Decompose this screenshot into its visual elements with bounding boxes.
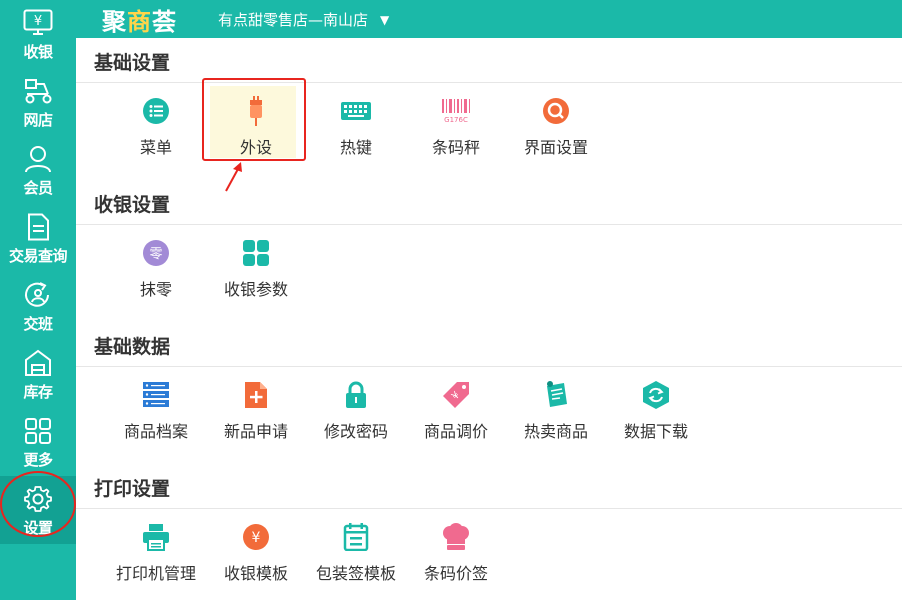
- item-interface-settings[interactable]: 界面设置: [506, 88, 606, 168]
- sidebar-item-label: 库存: [23, 383, 53, 401]
- sidebar-item-label: 更多: [23, 451, 53, 469]
- item-data-download[interactable]: 数据下载: [606, 372, 706, 452]
- lock-icon: [341, 380, 371, 410]
- delivery-scooter-icon: [21, 74, 55, 108]
- sidebar-item-label: 会员: [23, 179, 53, 197]
- sidebar-item-shift[interactable]: 交班: [0, 272, 76, 340]
- item-label: 菜单: [139, 138, 172, 157]
- item-printer-management[interactable]: 打印机管理: [106, 514, 206, 594]
- shift-handover-icon: [21, 278, 55, 312]
- item-label: 条码秤: [431, 138, 480, 157]
- barcode-scale-icon: G176C: [441, 96, 471, 126]
- annotation-arrow-icon: [225, 162, 242, 192]
- item-label: 包装签模板: [315, 564, 396, 583]
- round-off-icon: 零: [141, 238, 171, 268]
- sidebar-item-member[interactable]: 会员: [0, 136, 76, 204]
- item-change-password[interactable]: 修改密码: [306, 372, 406, 452]
- item-barcode-scale[interactable]: G176C 条码秤: [406, 88, 506, 168]
- sidebar-item-label: 交易查询: [8, 247, 68, 265]
- sidebar-item-label: 收银: [23, 43, 53, 61]
- app-window: ¥ 收银 网店 会员 交易查询 交班 库存 更多 设置 聚商荟 有点甜零售店—南…: [0, 0, 902, 600]
- annotation-box: [202, 78, 306, 161]
- interface-settings-icon: [541, 96, 571, 126]
- item-label: 数据下载: [623, 422, 688, 441]
- hot-sale-note-icon: [541, 380, 571, 410]
- tiles-icon: [241, 238, 271, 268]
- sidebar-item-more[interactable]: 更多: [0, 408, 76, 476]
- item-menu[interactable]: 菜单: [106, 88, 206, 168]
- price-tag-icon: ¥: [441, 380, 471, 410]
- section-title-basic-settings: 基础设置: [94, 52, 171, 74]
- chef-hat-icon: [441, 522, 471, 552]
- item-price-adjustment[interactable]: ¥ 商品调价: [406, 372, 506, 452]
- sidebar-item-label: 交班: [23, 315, 53, 333]
- item-label: 界面设置: [523, 138, 588, 157]
- item-round-off[interactable]: 零 抹零: [106, 230, 206, 310]
- sidebar-item-online-store[interactable]: 网店: [0, 68, 76, 136]
- sidebar-item-cashier[interactable]: ¥ 收银: [0, 0, 76, 68]
- item-package-label-template[interactable]: 包装签模板: [306, 514, 406, 594]
- caret-down-icon: ▼: [380, 12, 390, 27]
- item-cashier-parameters[interactable]: 收银参数: [206, 230, 306, 310]
- item-label: 热键: [339, 138, 372, 157]
- item-label: 条码价签: [423, 564, 488, 583]
- store-name: 有点甜零售店—南山店: [218, 11, 369, 29]
- divider: [76, 508, 902, 509]
- item-cashier-template[interactable]: ¥ 收银模板: [206, 514, 306, 594]
- document-icon: [21, 210, 55, 244]
- section-title-print-settings: 打印设置: [94, 478, 171, 500]
- new-file-icon: [241, 380, 271, 410]
- grid-icon: [21, 414, 55, 448]
- printer-icon: [141, 522, 171, 552]
- cashier-icon: ¥: [21, 6, 55, 40]
- member-icon: [21, 142, 55, 176]
- svg-text:零: 零: [149, 247, 162, 262]
- item-label: 商品档案: [123, 422, 188, 441]
- item-barcode-price-tag[interactable]: 条码价签: [406, 514, 506, 594]
- svg-text:G176C: G176C: [444, 116, 468, 124]
- warehouse-icon: [21, 346, 55, 380]
- yen-coin-icon: ¥: [241, 522, 271, 552]
- data-download-icon: [641, 380, 671, 410]
- keyboard-icon: [341, 96, 371, 126]
- item-label: 抹零: [139, 280, 172, 299]
- divider: [76, 82, 902, 83]
- section-title-basic-data: 基础数据: [94, 336, 171, 358]
- sidebar-item-label: 网店: [23, 111, 53, 129]
- item-new-product-request[interactable]: 新品申请: [206, 372, 306, 452]
- top-bar: 聚商荟 有点甜零售店—南山店 ▼: [76, 0, 902, 38]
- item-label: 打印机管理: [115, 564, 196, 583]
- item-label: 收银模板: [223, 564, 288, 583]
- item-product-archive[interactable]: 商品档案: [106, 372, 206, 452]
- app-logo: 聚商荟: [102, 8, 177, 36]
- store-selector[interactable]: 有点甜零售店—南山店 ▼: [218, 9, 389, 30]
- server-icon: [141, 380, 171, 410]
- annotation-circle: [0, 471, 76, 537]
- item-label: 商品调价: [423, 422, 488, 441]
- package-label-icon: [341, 522, 371, 552]
- sidebar-item-inventory[interactable]: 库存: [0, 340, 76, 408]
- item-hotkeys[interactable]: 热键: [306, 88, 406, 168]
- item-label: 新品申请: [223, 422, 288, 441]
- item-label: 热卖商品: [523, 422, 588, 441]
- item-label: 收银参数: [223, 280, 288, 299]
- settings-panel: 基础设置 菜单 外设 热键 G176C 条码秤 界面设置 收银设置 零 抹零 收…: [76, 38, 902, 600]
- item-label: 修改密码: [323, 422, 388, 441]
- sidebar-item-transactions[interactable]: 交易查询: [0, 204, 76, 272]
- svg-text:¥: ¥: [34, 14, 42, 29]
- item-hot-products[interactable]: 热卖商品: [506, 372, 606, 452]
- svg-text:¥: ¥: [252, 530, 261, 546]
- divider: [76, 224, 902, 225]
- menu-list-icon: [141, 96, 171, 126]
- section-title-cashier-settings: 收银设置: [94, 194, 171, 216]
- divider: [76, 366, 902, 367]
- sidebar: ¥ 收银 网店 会员 交易查询 交班 库存 更多 设置: [0, 0, 76, 600]
